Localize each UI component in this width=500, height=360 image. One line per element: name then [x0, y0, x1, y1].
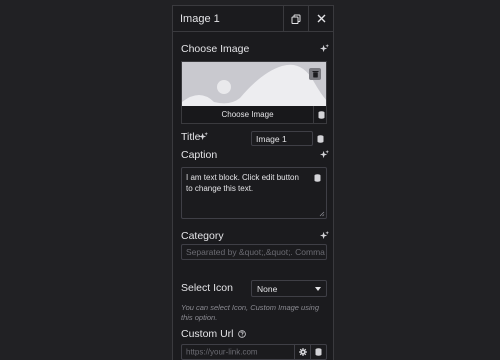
custom-url-input[interactable]: https://your-link.com — [182, 345, 294, 359]
link-settings-button[interactable] — [294, 345, 310, 359]
choose-image-button[interactable]: Choose Image — [182, 110, 313, 119]
panel-title: Image 1 — [180, 12, 220, 25]
panel-header: Image 1 — [173, 6, 333, 32]
select-icon-dropdown[interactable]: None — [251, 280, 327, 297]
copy-icon — [291, 14, 301, 24]
choose-image-label: Choose Image — [181, 43, 250, 55]
close-icon — [317, 14, 325, 23]
ai-sparkle-icon[interactable] — [199, 132, 208, 141]
title-input[interactable]: Image 1 — [251, 131, 313, 146]
database-icon — [318, 110, 324, 119]
custom-url-placeholder: https://your-link.com — [186, 347, 258, 357]
caption-textarea[interactable]: I am text block. Click edit button to ch… — [181, 167, 327, 219]
custom-url-label: Custom Url — [181, 328, 247, 340]
category-input[interactable]: Separated by &quot;,&quot;. Comma — [181, 244, 327, 260]
choose-image-bar: Choose Image — [182, 106, 326, 123]
title-label: Title — [181, 131, 201, 143]
custom-url-dynamic-button[interactable] — [310, 345, 326, 359]
ai-sparkle-icon[interactable] — [320, 44, 329, 53]
caption-dynamic-button[interactable] — [311, 171, 324, 184]
category-placeholder: Separated by &quot;,&quot;. Comma — [186, 247, 325, 257]
choose-image-trash-button[interactable] — [313, 106, 326, 123]
trash-icon — [312, 71, 318, 78]
image-settings-panel: Image 1 Choose Image Choose Image Title … — [172, 5, 334, 360]
category-label: Category — [181, 230, 224, 242]
close-button[interactable] — [308, 6, 333, 31]
select-icon-help: You can select Icon, Custom Image using … — [181, 303, 319, 322]
help-circle-icon[interactable] — [238, 330, 247, 338]
resize-handle-icon[interactable] — [319, 211, 325, 217]
title-dynamic-button[interactable] — [314, 132, 327, 145]
image-picker[interactable]: Choose Image — [181, 61, 327, 124]
select-icon-value: None — [257, 283, 278, 294]
chevron-down-icon — [315, 287, 321, 291]
select-icon-label: Select Icon — [181, 282, 233, 294]
gear-icon — [298, 348, 307, 356]
database-icon — [315, 348, 322, 356]
database-icon — [317, 134, 324, 143]
caption-label: Caption — [181, 149, 218, 161]
database-icon — [314, 173, 321, 182]
title-input-value: Image 1 — [256, 133, 287, 144]
duplicate-button[interactable] — [283, 6, 308, 31]
custom-url-input-group: https://your-link.com — [181, 344, 327, 360]
caption-text: I am text block. Click edit button to ch… — [186, 173, 299, 193]
custom-url-label-text: Custom Url — [181, 328, 234, 340]
image-placeholder-icon — [182, 62, 326, 108]
ai-sparkle-icon[interactable] — [320, 231, 329, 240]
ai-sparkle-icon[interactable] — [320, 150, 329, 159]
image-remove-button[interactable] — [309, 68, 321, 80]
